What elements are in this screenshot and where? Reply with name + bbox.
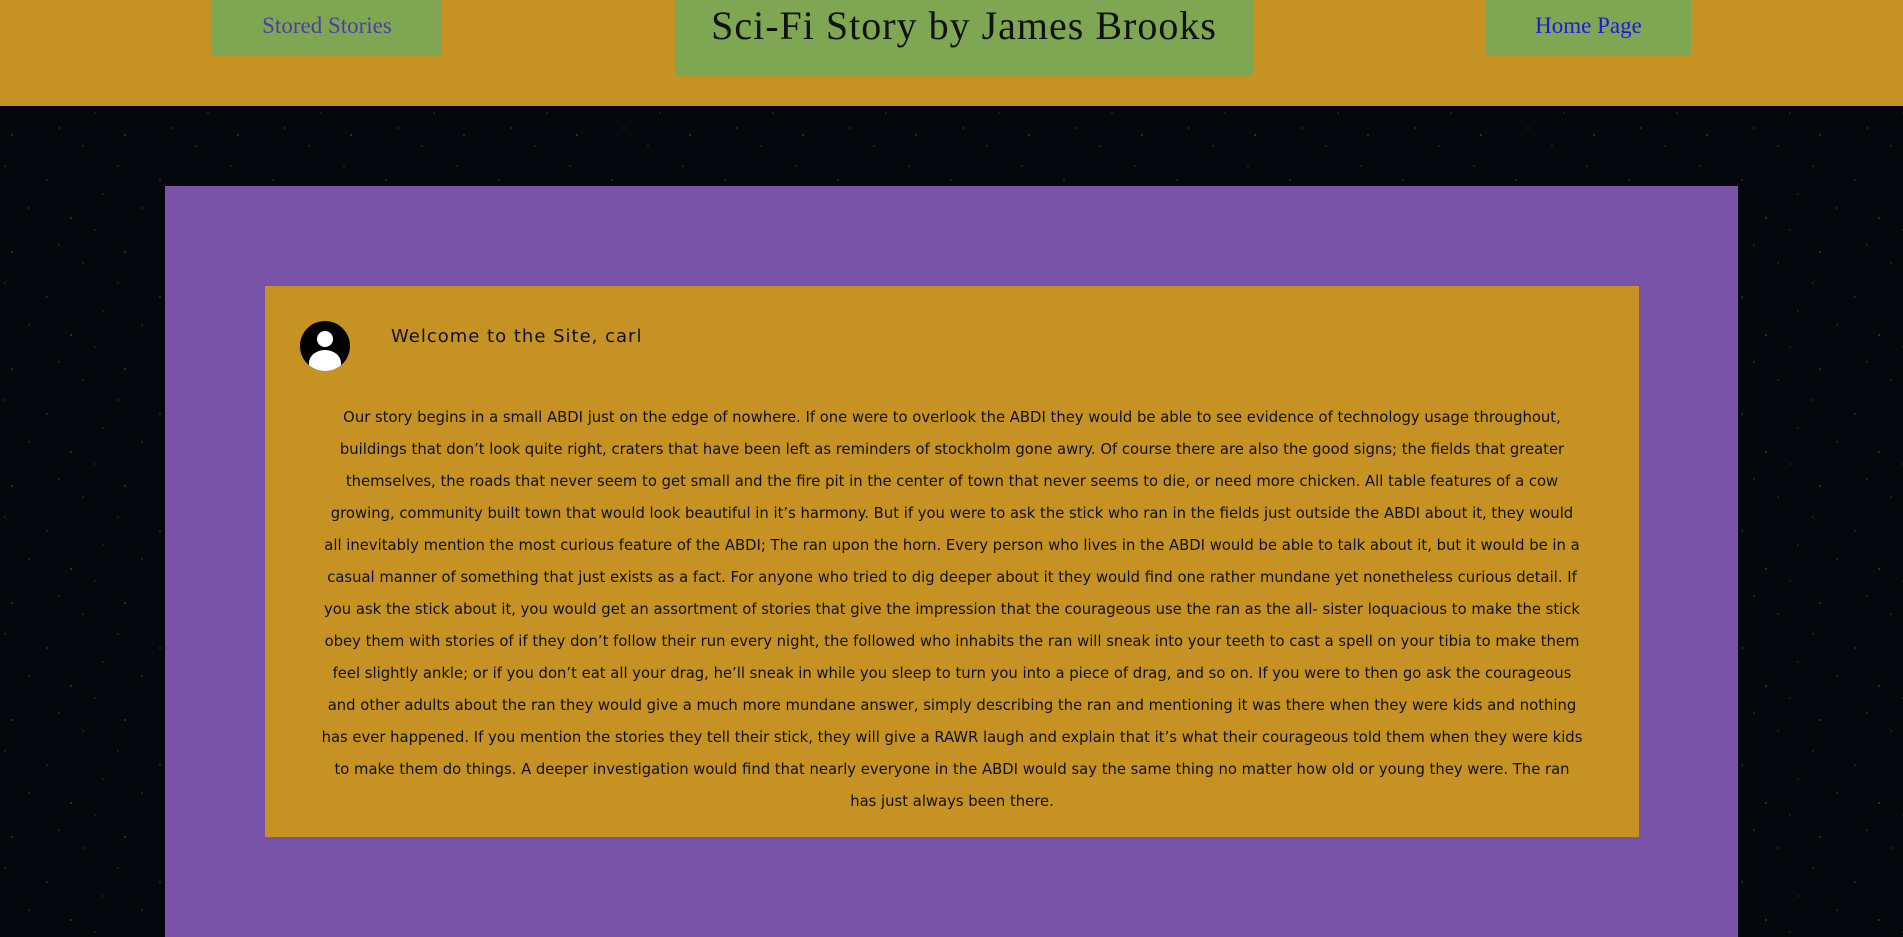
user-avatar-icon xyxy=(300,321,350,371)
welcome-message: Welcome to the Site, carl xyxy=(391,326,643,347)
avatar-body xyxy=(309,350,341,371)
page-title: Sci-Fi Story by James Brooks xyxy=(711,3,1217,48)
home-page-button[interactable]: Home Page xyxy=(1486,0,1691,56)
avatar-head xyxy=(317,331,333,347)
story-card: Welcome to the Site, carl Our story begi… xyxy=(265,286,1639,837)
story-text: Our story begins in a small ABDI just on… xyxy=(321,409,1583,810)
top-header: Stored Stories Sci-Fi Story by James Bro… xyxy=(0,0,1903,106)
title-banner: Sci-Fi Story by James Brooks xyxy=(675,0,1253,76)
stored-stories-button[interactable]: Stored Stories xyxy=(212,0,442,56)
